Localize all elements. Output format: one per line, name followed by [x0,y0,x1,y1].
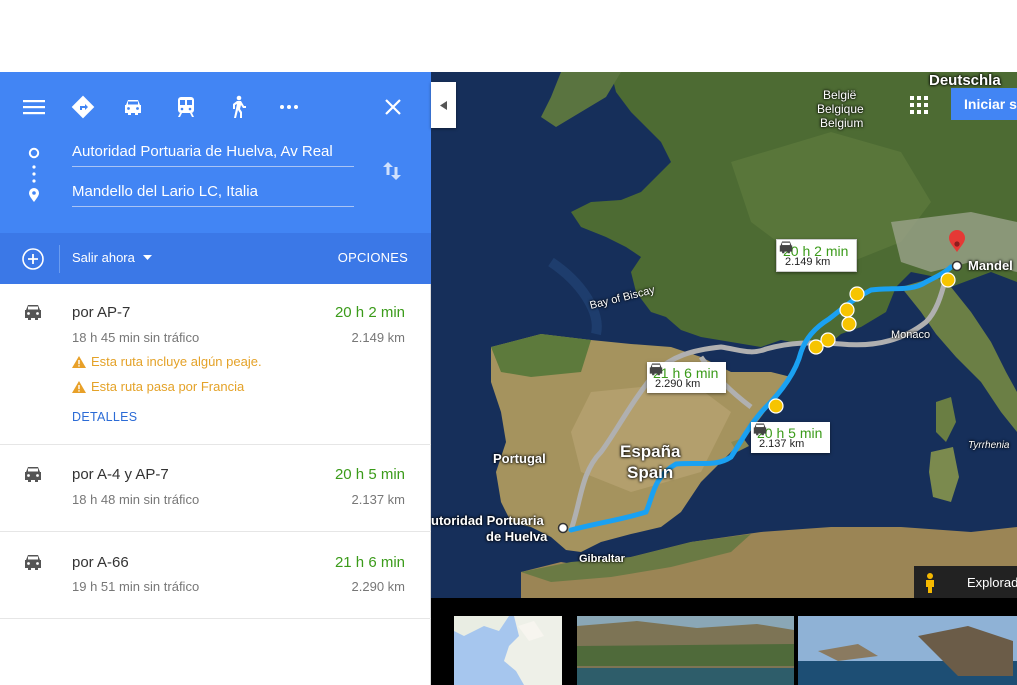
options-button[interactable]: OPCIONES [338,250,408,265]
photo-thumbnail[interactable] [577,616,794,685]
travel-mode-bar [0,86,431,126]
map-label: Belgium [820,116,864,130]
map-thumbnail[interactable] [454,616,562,685]
depart-time-dropdown[interactable]: Salir ahora [72,250,152,265]
route-traffic: 18 h 48 min sin tráfico [72,492,200,507]
map-label: España [620,442,681,461]
origin-label: utoridad Portuaria [431,513,544,528]
toll-warning: Esta ruta incluye algún peaje. [72,354,262,369]
route-distance: 2.137 km [351,492,405,507]
chevron-down-icon [142,255,152,260]
close-icon[interactable] [378,92,408,122]
route-option[interactable]: por A-4 y AP-7 20 h 5 min 18 h 48 min si… [0,445,431,532]
departure-bar: Salir ahora OPCIONES [0,233,431,284]
top-whitespace [0,0,1017,72]
directions-header: Autoridad Portuaria de Huelva, Av Real M… [0,72,431,233]
car-icon [649,363,663,376]
walk-icon[interactable] [223,92,253,122]
collapse-panel-button[interactable] [431,82,456,128]
route-option[interactable]: por AP-7 20 h 2 min 18 h 45 min sin tráf… [0,284,431,445]
origin-input[interactable]: Autoridad Portuaria de Huelva, Av Real [72,140,354,167]
route-bubble[interactable]: 20 h 2 min 2.149 km [776,239,858,272]
route-name: por A-66 [72,554,129,571]
route-option[interactable]: por A-66 21 h 6 min 19 h 51 min sin tráf… [0,532,431,619]
photo-strip [431,598,1017,685]
route-traffic: 18 h 45 min sin tráfico [72,330,200,345]
route-dots-icon [28,147,40,202]
country-warning: Esta ruta pasa por Francia [72,379,244,394]
destination-label: Mandel [968,258,1013,273]
photo-thumbnail[interactable] [798,616,1017,685]
origin-label: de Huelva [486,529,548,544]
route-distance: 2.149 km [351,330,405,345]
car-icon [753,423,767,436]
warning-icon [72,380,86,393]
apps-grid-icon[interactable] [909,95,929,115]
route-distance: 2.290 km [351,579,405,594]
car-icon [25,467,41,482]
more-icon[interactable] [274,92,304,122]
destination-input[interactable]: Mandello del Lario LC, Italia [72,180,354,207]
map-label: Tyrrhenia [968,440,1010,451]
map-label: Portugal [493,451,546,466]
menu-icon[interactable] [19,92,49,122]
directions-icon[interactable] [68,92,98,122]
route-name: por AP-7 [72,304,131,321]
route-time: 21 h 6 min [334,554,405,571]
car-icon [779,241,793,254]
sign-in-button[interactable]: Iniciar s [951,88,1017,120]
map-label: België [823,88,857,102]
route-bubble[interactable]: 20 h 5 min 2.137 km [751,422,831,453]
map-label: Monaco [891,329,931,341]
map-label: Spain [627,463,674,482]
route-list: por AP-7 20 h 2 min 18 h 45 min sin tráf… [0,284,431,619]
divider [59,245,60,273]
depart-label: Salir ahora [72,250,135,265]
satellite-map[interactable]: Deutschla België Belgique Belgium Bay of… [431,72,1017,598]
directions-panel: Autoridad Portuaria de Huelva, Av Real M… [0,72,431,685]
add-destination-icon[interactable] [21,247,45,276]
chevron-left-icon [440,100,447,110]
car-icon[interactable] [118,92,148,122]
pegman-icon [926,573,934,593]
map-label: Belgique [817,102,864,116]
explore-label: Explorad [967,575,1017,590]
route-bubble[interactable]: 21 h 6 min 2.290 km [647,362,727,393]
route-name: por A-4 y AP-7 [72,466,169,483]
details-link[interactable]: DETALLES [72,410,137,424]
map-label: Gibraltar [579,553,625,565]
explore-bar[interactable]: Explorad [914,566,1017,599]
transit-icon[interactable] [171,92,201,122]
map-label: Deutschla [929,72,1001,89]
route-time: 20 h 2 min [334,304,405,321]
route-time: 20 h 5 min [334,466,405,483]
car-icon [25,555,41,570]
swap-icon[interactable] [381,160,403,187]
warning-icon [72,355,86,368]
route-traffic: 19 h 51 min sin tráfico [72,579,200,594]
car-icon [25,305,41,320]
